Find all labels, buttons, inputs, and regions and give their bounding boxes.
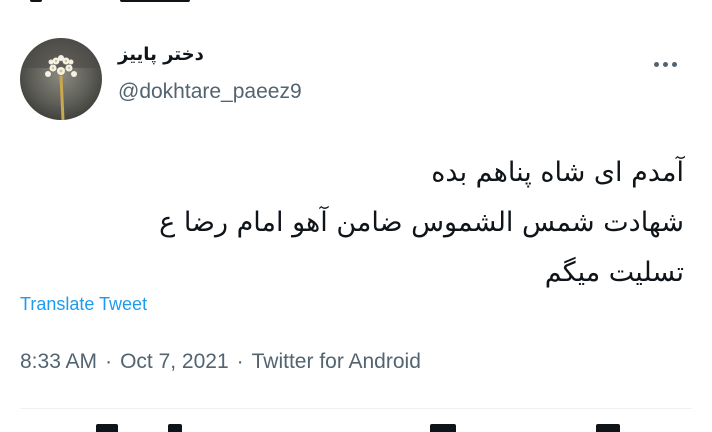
tweet-text-line: آمدم ای شاه پناهم بده xyxy=(431,157,684,188)
divider xyxy=(20,408,692,409)
translate-tweet-link[interactable]: Translate Tweet xyxy=(20,294,147,315)
separator: · xyxy=(236,350,244,373)
tweet-metadata: 8:33 AM · Oct 7, 2021 · Twitter for Andr… xyxy=(20,350,421,374)
tweet-detail-page: دختر پاییز @dokhtare_paeez9 آمدم ای شاه … xyxy=(0,0,712,432)
tweet-source[interactable]: Twitter for Android xyxy=(252,350,421,374)
more-options-button[interactable] xyxy=(644,50,686,78)
tweet-date[interactable]: Oct 7, 2021 xyxy=(120,350,229,374)
avatar-flower-image xyxy=(20,38,102,120)
tweet-text-line: شهادت شمس الشموس ضامن آهو امام رضا ع xyxy=(159,207,684,238)
separator: · xyxy=(105,350,113,373)
username[interactable]: @dokhtare_paeez9 xyxy=(118,80,302,104)
avatar[interactable] xyxy=(20,38,102,120)
tweet-text-line: تسلیت میگم xyxy=(544,257,684,288)
tweet-time[interactable]: 8:33 AM xyxy=(20,350,97,374)
more-horizontal-icon xyxy=(653,61,677,67)
tweet-text: آمدم ای شاه پناهم بده شهادت شمس الشموس ض… xyxy=(24,148,684,298)
previous-content-partial xyxy=(0,0,712,30)
display-name[interactable]: دختر پاییز xyxy=(118,44,204,65)
